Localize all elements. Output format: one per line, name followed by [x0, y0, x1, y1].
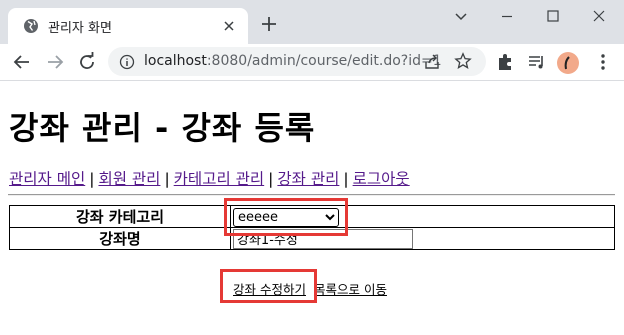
course-name-label: 강좌명	[9, 227, 231, 250]
url-host: localhost	[144, 53, 207, 69]
url-path: :8080/admin/course/edit.do?id=1	[206, 53, 442, 69]
address-bar[interactable]: localhost:8080/admin/course/edit.do?id=1	[108, 47, 486, 76]
nav-link-courses[interactable]: 강좌 관리	[277, 170, 339, 188]
course-name-row: 강좌명	[9, 227, 615, 250]
maximize-button[interactable]	[530, 0, 576, 32]
browser-toolbar: localhost:8080/admin/course/edit.do?id=1	[0, 44, 624, 81]
page-title: 강좌 관리 - 강좌 등록	[9, 109, 316, 147]
back-to-list-link[interactable]: 목록으로 이동	[314, 282, 387, 297]
share-icon[interactable]	[423, 53, 441, 71]
nav-link-members[interactable]: 회원 관리	[98, 170, 160, 188]
avatar-figure-icon	[564, 56, 570, 70]
minimize-icon	[502, 15, 512, 18]
extensions-puzzle-icon[interactable]	[494, 51, 516, 73]
category-select[interactable]: eeeee	[233, 208, 339, 227]
media-playlist-icon[interactable]	[526, 51, 548, 73]
nav-separator: |	[164, 170, 170, 188]
browser-tab[interactable]: 관리자 화면	[8, 8, 248, 44]
back-arrow-icon[interactable]	[11, 51, 33, 73]
globe-icon	[24, 19, 38, 33]
nav-link-categories[interactable]: 카테고리 관리	[174, 170, 265, 188]
course-name-input[interactable]	[233, 228, 413, 249]
close-tab-icon[interactable]	[220, 17, 238, 35]
nav-link-admin-main[interactable]: 관리자 메인	[9, 170, 85, 188]
profile-avatar[interactable]	[557, 52, 579, 74]
nav-separator: |	[89, 170, 95, 188]
reload-icon[interactable]	[76, 51, 98, 73]
course-name-cell	[230, 227, 615, 250]
url-text: localhost:8080/admin/course/edit.do?id=1	[144, 53, 442, 69]
forward-arrow-icon[interactable]	[44, 51, 66, 73]
maximize-icon	[547, 10, 559, 22]
category-row: 강좌 카테고리 eeeee	[9, 205, 615, 228]
chevron-down-icon	[455, 13, 467, 21]
divider	[8, 194, 615, 196]
nav-separator: |	[343, 170, 349, 188]
page-content: 강좌 관리 - 강좌 등록 관리자 메인 | 회원 관리 | 카테고리 관리 | 강좌 관리…	[0, 81, 624, 335]
more-menu-icon[interactable]	[592, 51, 614, 73]
category-label: 강좌 카테고리	[9, 205, 231, 228]
tab-title: 관리자 화면	[48, 21, 112, 36]
tab-strip: 관리자 화면	[0, 0, 624, 44]
close-window-button[interactable]	[576, 0, 622, 32]
course-edit-form: 강좌 카테고리 eeeee 강좌명	[9, 205, 615, 250]
nav-separator: |	[268, 170, 274, 188]
form-actions: 강좌 수정하기 목록으로 이동	[233, 279, 387, 298]
nav-link-logout[interactable]: 로그아웃	[353, 170, 410, 188]
category-cell: eeeee	[230, 205, 615, 228]
admin-nav: 관리자 메인 | 회원 관리 | 카테고리 관리 | 강좌 관리 | 로그아웃	[9, 167, 410, 189]
close-window-icon	[593, 10, 605, 22]
site-info-icon[interactable]	[119, 54, 135, 70]
new-tab-plus-icon[interactable]	[259, 14, 279, 34]
update-course-button[interactable]: 강좌 수정하기	[233, 282, 306, 297]
minimize-button[interactable]	[484, 0, 530, 32]
bookmark-star-icon[interactable]	[454, 52, 472, 70]
tab-search-button[interactable]	[438, 0, 484, 32]
